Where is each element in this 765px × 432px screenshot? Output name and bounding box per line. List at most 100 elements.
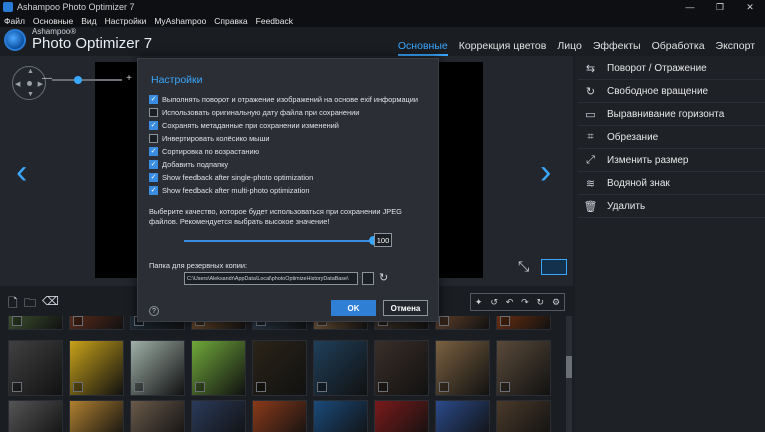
- photo-thumbnail[interactable]: [435, 316, 490, 330]
- jpeg-quality-value[interactable]: 100: [374, 233, 392, 247]
- thumbnail-checkbox[interactable]: [439, 316, 449, 326]
- photo-thumbnail[interactable]: [313, 400, 368, 432]
- zoom-slider[interactable]: — +: [42, 73, 132, 84]
- pan-center-icon[interactable]: [27, 81, 32, 86]
- menu-myashampoo[interactable]: MyAshampoo: [154, 16, 206, 26]
- previous-photo-icon[interactable]: ‹: [16, 155, 27, 189]
- tool-crop[interactable]: ⌗ Обрезание: [578, 127, 765, 149]
- fullscreen-icon[interactable]: ⤡: [518, 258, 529, 275]
- compare-view-button[interactable]: [541, 259, 567, 275]
- thumbnail-checkbox[interactable]: [12, 316, 22, 326]
- tool-delete[interactable]: 🗑 Удалить: [578, 196, 765, 218]
- checkbox-invert-wheel[interactable]: [149, 134, 158, 143]
- photo-thumbnail[interactable]: [252, 400, 307, 432]
- photo-thumbnail[interactable]: [435, 340, 490, 396]
- tab-basic[interactable]: Основные: [397, 40, 448, 56]
- menu-feedback[interactable]: Feedback: [256, 16, 293, 26]
- rotate-left-icon[interactable]: ↺: [490, 297, 498, 308]
- option-keep-metadata[interactable]: ✓ Сохранять метаданные при сохранении изм…: [149, 121, 339, 130]
- option-sort-ascending[interactable]: ✓ Сортировка по возрастанию: [149, 147, 259, 156]
- checkbox-sort-ascending[interactable]: ✓: [149, 147, 158, 156]
- thumbnail-checkbox[interactable]: [195, 382, 205, 392]
- checkbox-original-date[interactable]: [149, 108, 158, 117]
- thumbnail-checkbox[interactable]: [378, 382, 388, 392]
- pan-control[interactable]: ▲ ▼ ◀ ▶: [12, 66, 46, 100]
- photo-thumbnail[interactable]: [69, 316, 124, 330]
- photo-thumbnail[interactable]: [130, 340, 185, 396]
- tool-rotate-flip[interactable]: ⇆ Поворот / Отражение: [578, 58, 765, 80]
- photo-thumbnail[interactable]: [374, 400, 429, 432]
- photo-thumbnail[interactable]: [69, 400, 124, 432]
- checkbox-feedback-multi[interactable]: ✓: [149, 186, 158, 195]
- photo-thumbnail[interactable]: [313, 340, 368, 396]
- tab-processing[interactable]: Обработка: [652, 40, 705, 56]
- option-exif-rotate[interactable]: ✓ Выполнять поворот и отражение изображен…: [149, 95, 418, 104]
- option-invert-wheel[interactable]: Инвертировать колёсико мыши: [149, 134, 270, 143]
- menu-help[interactable]: Справка: [214, 16, 247, 26]
- photo-thumbnail[interactable]: [191, 340, 246, 396]
- menu-settings[interactable]: Настройки: [105, 16, 147, 26]
- photo-thumbnail[interactable]: [191, 400, 246, 432]
- checkbox-feedback-single[interactable]: ✓: [149, 173, 158, 182]
- tab-effects[interactable]: Эффекты: [593, 40, 641, 56]
- thumbnail-checkbox[interactable]: [12, 382, 22, 392]
- thumbnail-checkbox[interactable]: [256, 382, 266, 392]
- ok-button[interactable]: OK: [331, 300, 376, 316]
- zoom-in-icon[interactable]: +: [126, 73, 132, 84]
- redo-icon[interactable]: ↷: [521, 297, 529, 308]
- checkbox-add-subfolder[interactable]: ✓: [149, 160, 158, 169]
- option-feedback-multi[interactable]: ✓ Show feedback after multi-photo optimiz…: [149, 186, 309, 195]
- menu-view[interactable]: Вид: [81, 16, 96, 26]
- photo-thumbnail[interactable]: [374, 340, 429, 396]
- option-original-date[interactable]: Использовать оригинальную дату файла при…: [149, 108, 359, 117]
- thumbnail-checkbox[interactable]: [134, 382, 144, 392]
- backup-folder-input[interactable]: C:\Users\Aleksandr\AppData\Local\photoOp…: [184, 272, 358, 285]
- settings-gear-icon[interactable]: ⚙: [552, 297, 560, 308]
- browse-folder-button[interactable]: [362, 272, 374, 285]
- scrollbar-thumb[interactable]: [566, 356, 572, 378]
- option-feedback-single[interactable]: ✓ Show feedback after single-photo optimi…: [149, 173, 313, 182]
- close-button[interactable]: ✕: [735, 0, 765, 14]
- zoom-knob[interactable]: [74, 76, 82, 84]
- tool-watermark[interactable]: ≋ Водяной знак: [578, 173, 765, 195]
- pan-down-icon[interactable]: ▼: [27, 91, 34, 98]
- tab-export[interactable]: Экспорт: [716, 40, 755, 56]
- undo-icon[interactable]: ↶: [506, 297, 514, 308]
- photo-thumbnail[interactable]: [496, 316, 551, 330]
- pan-left-icon[interactable]: ◀: [15, 80, 20, 88]
- thumbnail-checkbox[interactable]: [500, 316, 510, 326]
- cancel-button[interactable]: Отмена: [383, 300, 428, 316]
- clean-list-icon[interactable]: ⌫: [42, 294, 59, 308]
- add-folder-icon[interactable]: 🗀: [24, 294, 36, 315]
- tool-free-rotate[interactable]: ↻ Свободное вращение: [578, 81, 765, 103]
- help-icon[interactable]: ?: [149, 306, 159, 316]
- pan-up-icon[interactable]: ▲: [27, 68, 34, 75]
- magic-optimize-icon[interactable]: ✦: [475, 297, 483, 308]
- photo-thumbnail[interactable]: [8, 340, 63, 396]
- tab-color-correction[interactable]: Коррекция цветов: [459, 40, 547, 56]
- menu-main[interactable]: Основные: [33, 16, 73, 26]
- tab-face[interactable]: Лицо: [557, 40, 582, 56]
- thumbnail-checkbox[interactable]: [73, 382, 83, 392]
- next-photo-icon[interactable]: ›: [540, 155, 551, 189]
- tool-horizon[interactable]: ▭ Выравнивание горизонта: [578, 104, 765, 126]
- thumbnail-checkbox[interactable]: [439, 382, 449, 392]
- minimize-button[interactable]: —: [675, 0, 705, 14]
- maximize-button[interactable]: ❐: [705, 0, 735, 14]
- reset-folder-icon[interactable]: ↻: [379, 271, 388, 284]
- option-add-subfolder[interactable]: ✓ Добавить подпапку: [149, 160, 228, 169]
- add-file-icon[interactable]: 🗋: [8, 294, 18, 315]
- photo-thumbnail[interactable]: [8, 316, 63, 330]
- zoom-out-icon[interactable]: —: [42, 73, 52, 84]
- checkbox-keep-metadata[interactable]: ✓: [149, 121, 158, 130]
- photo-thumbnail[interactable]: [69, 340, 124, 396]
- menu-file[interactable]: Файл: [4, 16, 25, 26]
- photo-thumbnail[interactable]: [496, 340, 551, 396]
- tool-resize[interactable]: ⤢ Изменить размер: [578, 150, 765, 172]
- photo-thumbnail[interactable]: [435, 400, 490, 432]
- rotate-right-icon[interactable]: ↻: [537, 297, 545, 308]
- thumbnail-checkbox[interactable]: [317, 382, 327, 392]
- thumbnail-checkbox[interactable]: [73, 316, 83, 326]
- thumbnail-scrollbar[interactable]: [566, 316, 572, 432]
- jpeg-quality-slider[interactable]: [184, 236, 378, 245]
